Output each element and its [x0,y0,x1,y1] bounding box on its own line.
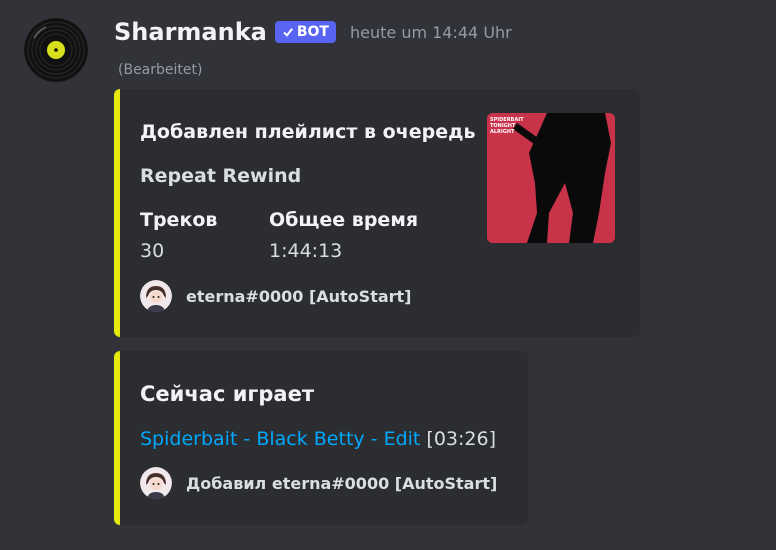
vinyl-record-icon [24,18,88,82]
now-playing-embed: Сейчас играет Spiderbait - Black Betty -… [114,351,528,525]
embed-footer: Добавил eterna#0000 [AutoStart] [140,467,497,499]
embed-footer: eterna#0000 [AutoStart] [140,280,411,312]
track-line: Spiderbait - Black Betty - Edit [03:26] [140,428,496,450]
edited-label: (Bearbeitet) [118,62,203,78]
footer-text: Добавил eterna#0000 [AutoStart] [186,473,498,493]
track-duration: [03:26] [426,428,497,450]
album-thumbnail[interactable]: SPIDERBAIT TONIGHT ALRIGHT [487,113,615,243]
user-avatar-icon [140,280,172,312]
checkmark-icon [283,28,293,37]
field-duration-value: 1:44:13 [269,240,343,262]
message-timestamp[interactable]: heute um 14:44 Uhr [350,23,512,42]
bot-badge: BOT [274,21,336,43]
footer-text: eterna#0000 [AutoStart] [186,286,412,306]
track-link[interactable]: Spiderbait - Black Betty - Edit [140,428,420,450]
bot-badge-label: BOT [296,24,329,40]
field-tracks-value: 30 [140,240,165,262]
message-header: Sharmanka BOT heute um 14:44 Uhr [114,14,512,50]
playlist-embed: Добавлен плейлист в очередь Repeat Rewin… [114,89,640,337]
field-duration-name: Общее время [269,209,419,231]
playlist-name: Repeat Rewind [140,165,302,187]
bot-avatar[interactable] [24,18,88,82]
field-tracks-name: Треков [140,209,218,231]
author-name[interactable]: Sharmanka [114,18,267,46]
album-art-text: SPIDERBAIT TONIGHT ALRIGHT [490,117,524,135]
embed-title: Сейчас играет [140,382,315,406]
requester-avatar [140,280,172,312]
embed-title: Добавлен плейлист в очередь [140,121,476,143]
requester-avatar [140,467,172,499]
user-avatar-icon [140,467,172,499]
